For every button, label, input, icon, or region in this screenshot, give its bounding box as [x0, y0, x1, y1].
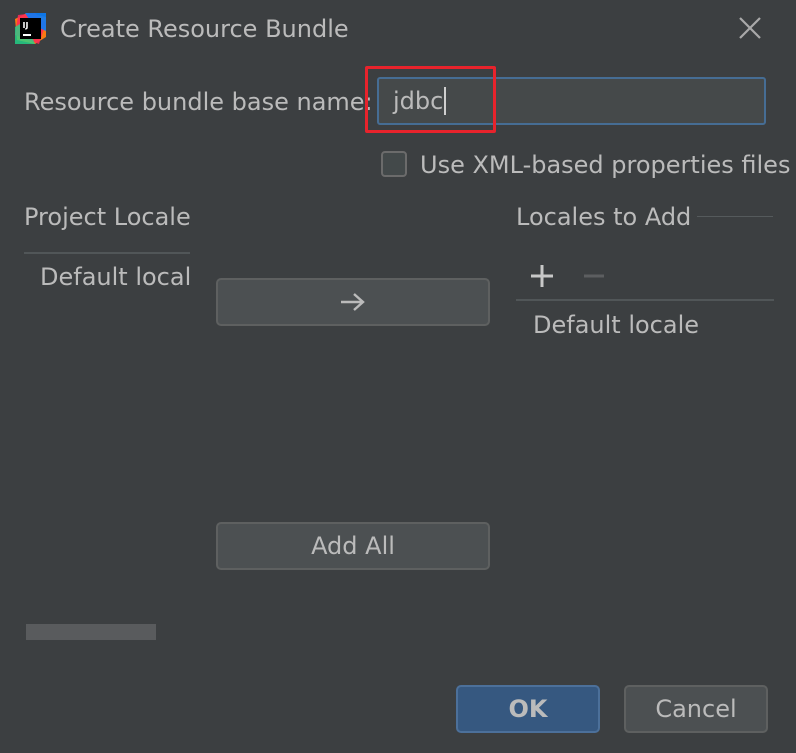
cancel-label: Cancel	[655, 695, 737, 723]
add-all-label: Add All	[311, 532, 395, 560]
remove-locale-button[interactable]	[582, 262, 606, 290]
project-locale-item[interactable]: Default locale	[40, 262, 190, 292]
arrow-right-icon	[341, 293, 365, 311]
cancel-button[interactable]: Cancel	[624, 685, 768, 733]
locales-to-add-title: Locales to Add	[516, 203, 692, 231]
locale-to-add-item[interactable]: Default locale	[533, 310, 699, 340]
project-locales-title: Project Locales	[24, 203, 190, 231]
ok-label: OK	[508, 695, 548, 723]
close-icon	[739, 17, 761, 39]
use-xml-label: Use XML-based properties files	[420, 151, 791, 179]
highlight-annotation	[365, 66, 496, 133]
base-name-label: Resource bundle base name:	[24, 88, 373, 116]
divider	[24, 252, 190, 254]
add-all-button[interactable]: Add All	[216, 522, 490, 570]
divider	[697, 216, 773, 217]
minus-icon	[584, 274, 604, 278]
window-title: Create Resource Bundle	[60, 15, 349, 43]
add-locale-button[interactable]	[528, 262, 556, 290]
close-button[interactable]	[734, 12, 766, 44]
horizontal-scrollbar[interactable]	[26, 624, 156, 640]
use-xml-checkbox[interactable]	[381, 151, 407, 177]
move-locale-button[interactable]	[216, 278, 490, 326]
intellij-idea-icon: IJ	[15, 13, 46, 44]
svg-text:IJ: IJ	[23, 21, 29, 30]
plus-icon	[531, 265, 553, 287]
divider	[516, 299, 774, 301]
ok-button[interactable]: OK	[456, 685, 600, 733]
